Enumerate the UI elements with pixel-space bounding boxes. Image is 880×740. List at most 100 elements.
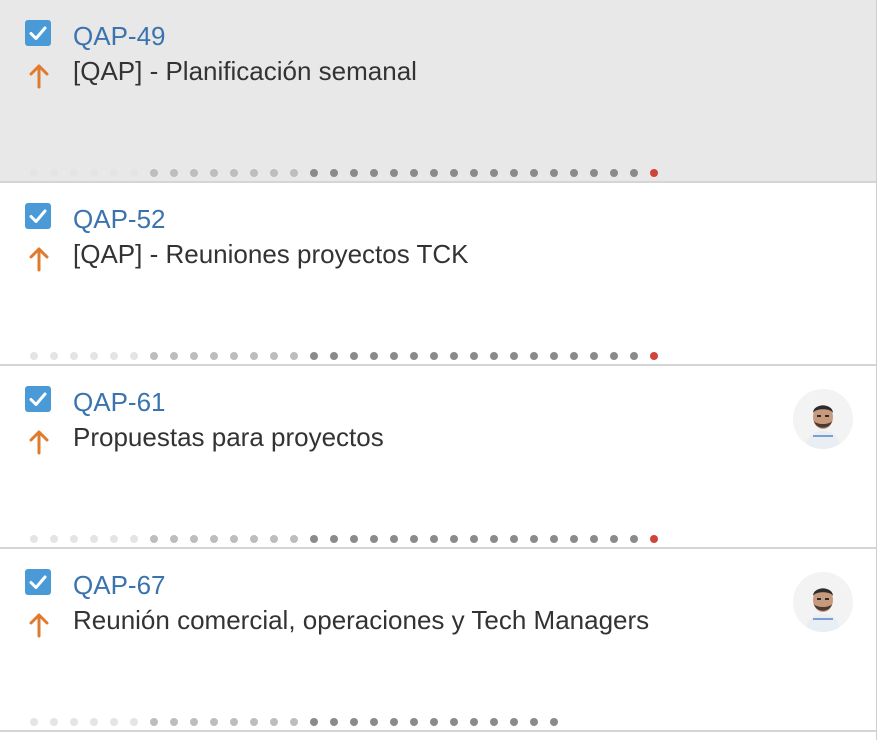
task-type-checkbox-icon bbox=[25, 203, 51, 229]
priority-arrow-up-icon bbox=[26, 60, 52, 90]
issue-key-link[interactable]: QAP-67 bbox=[73, 569, 166, 601]
day-dot bbox=[70, 169, 78, 177]
day-dot bbox=[210, 169, 218, 177]
issue-card[interactable]: QAP-67 Reunión comercial, operaciones y … bbox=[0, 549, 876, 732]
day-dot bbox=[450, 169, 458, 177]
day-dot bbox=[610, 535, 618, 543]
day-dot bbox=[430, 718, 438, 726]
day-dot bbox=[290, 352, 298, 360]
priority-arrow-up-icon bbox=[26, 243, 52, 273]
day-dot bbox=[90, 718, 98, 726]
day-dot bbox=[290, 169, 298, 177]
day-dot bbox=[470, 169, 478, 177]
day-dot bbox=[490, 169, 498, 177]
day-dot bbox=[510, 535, 518, 543]
day-dot bbox=[130, 169, 138, 177]
assignee-avatar[interactable] bbox=[793, 389, 853, 449]
assignee-avatar[interactable] bbox=[793, 572, 853, 632]
day-dot bbox=[570, 352, 578, 360]
day-dot bbox=[130, 718, 138, 726]
day-dot bbox=[490, 535, 498, 543]
task-type-checkbox-icon bbox=[25, 569, 51, 595]
day-dot bbox=[70, 535, 78, 543]
days-in-column-dots bbox=[30, 352, 658, 360]
day-dot bbox=[50, 718, 58, 726]
day-dot bbox=[190, 718, 198, 726]
issue-key-link[interactable]: QAP-49 bbox=[73, 20, 166, 52]
day-dot bbox=[130, 535, 138, 543]
day-dot bbox=[110, 718, 118, 726]
day-dot bbox=[470, 535, 478, 543]
priority-arrow-up-icon bbox=[26, 609, 52, 639]
day-dot bbox=[510, 718, 518, 726]
day-dot bbox=[490, 352, 498, 360]
day-dot bbox=[50, 535, 58, 543]
day-dot bbox=[650, 352, 658, 360]
day-dot bbox=[410, 352, 418, 360]
day-dot bbox=[150, 352, 158, 360]
day-dot bbox=[170, 535, 178, 543]
issue-key-link[interactable]: QAP-61 bbox=[73, 386, 166, 418]
day-dot bbox=[190, 169, 198, 177]
day-dot bbox=[310, 535, 318, 543]
day-dot bbox=[570, 169, 578, 177]
day-dot bbox=[250, 718, 258, 726]
day-dot bbox=[530, 169, 538, 177]
day-dot bbox=[210, 352, 218, 360]
day-dot bbox=[230, 535, 238, 543]
day-dot bbox=[150, 169, 158, 177]
day-dot bbox=[30, 352, 38, 360]
day-dot bbox=[90, 535, 98, 543]
day-dot bbox=[390, 169, 398, 177]
day-dot bbox=[330, 535, 338, 543]
day-dot bbox=[530, 352, 538, 360]
day-dot bbox=[590, 535, 598, 543]
day-dot bbox=[470, 718, 478, 726]
day-dot bbox=[30, 535, 38, 543]
day-dot bbox=[310, 718, 318, 726]
day-dot bbox=[550, 352, 558, 360]
day-dot bbox=[70, 352, 78, 360]
day-dot bbox=[550, 718, 558, 726]
day-dot bbox=[330, 718, 338, 726]
day-dot bbox=[190, 352, 198, 360]
issue-card[interactable]: QAP-52 [QAP] - Reuniones proyectos TCK bbox=[0, 183, 876, 366]
day-dot bbox=[150, 718, 158, 726]
day-dot bbox=[90, 169, 98, 177]
days-in-column-dots bbox=[30, 535, 658, 543]
issue-summary: [QAP] - Reuniones proyectos TCK bbox=[73, 239, 469, 269]
day-dot bbox=[590, 352, 598, 360]
issue-key-link[interactable]: QAP-52 bbox=[73, 203, 166, 235]
task-type-checkbox-icon bbox=[25, 386, 51, 412]
day-dot bbox=[30, 169, 38, 177]
day-dot bbox=[330, 169, 338, 177]
day-dot bbox=[410, 169, 418, 177]
issue-card[interactable]: QAP-49 [QAP] - Planificación semanal bbox=[0, 0, 876, 183]
days-in-column-dots bbox=[30, 718, 558, 726]
day-dot bbox=[590, 169, 598, 177]
day-dot bbox=[110, 535, 118, 543]
issue-summary: [QAP] - Planificación semanal bbox=[73, 56, 417, 86]
day-dot bbox=[270, 352, 278, 360]
day-dot bbox=[310, 352, 318, 360]
day-dot bbox=[350, 169, 358, 177]
day-dot bbox=[70, 718, 78, 726]
day-dot bbox=[470, 352, 478, 360]
priority-arrow-up-icon bbox=[26, 426, 52, 456]
day-dot bbox=[490, 718, 498, 726]
day-dot bbox=[390, 535, 398, 543]
issue-summary: Propuestas para proyectos bbox=[73, 422, 384, 452]
day-dot bbox=[630, 352, 638, 360]
day-dot bbox=[270, 169, 278, 177]
day-dot bbox=[250, 169, 258, 177]
day-dot bbox=[510, 169, 518, 177]
day-dot bbox=[430, 535, 438, 543]
day-dot bbox=[210, 535, 218, 543]
issue-card[interactable]: QAP-61 Propuestas para proyectos bbox=[0, 366, 876, 549]
day-dot bbox=[130, 352, 138, 360]
day-dot bbox=[390, 718, 398, 726]
day-dot bbox=[610, 352, 618, 360]
day-dot bbox=[270, 535, 278, 543]
day-dot bbox=[230, 352, 238, 360]
day-dot bbox=[650, 169, 658, 177]
